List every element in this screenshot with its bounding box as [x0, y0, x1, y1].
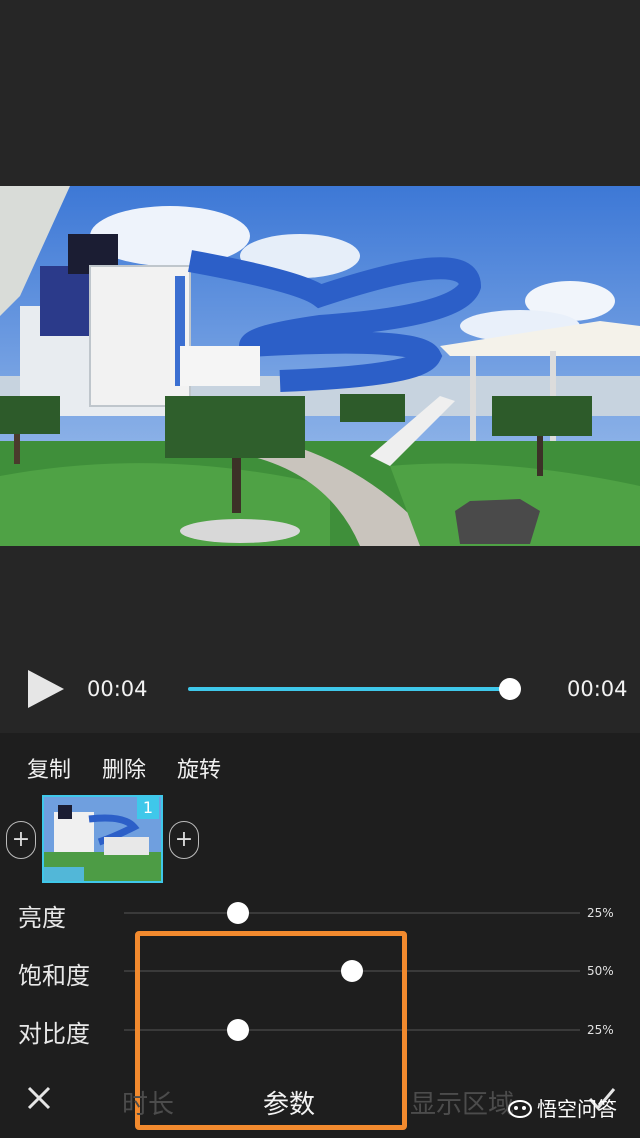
brightness-value: 25% [587, 906, 614, 920]
play-icon[interactable] [26, 668, 66, 710]
tab-duration[interactable]: 时长 [122, 1084, 174, 1121]
current-time: 00:04 [87, 677, 148, 701]
tab-params[interactable]: 参数 [263, 1084, 315, 1121]
close-icon[interactable] [25, 1084, 53, 1112]
progress-bar[interactable] [188, 687, 510, 691]
delete-button[interactable]: 删除 [102, 752, 146, 784]
add-clip-before-button[interactable]: + [6, 821, 36, 859]
copy-button[interactable]: 复制 [27, 752, 71, 784]
plus-icon: + [174, 827, 194, 852]
watermark: 悟空问答 [507, 1093, 617, 1122]
saturation-value: 50% [587, 964, 614, 978]
brightness-label: 亮度 [18, 904, 66, 932]
add-clip-after-button[interactable]: + [169, 821, 199, 859]
video-preview[interactable] [0, 186, 640, 546]
progress-handle[interactable] [499, 678, 521, 700]
brightness-slider-track[interactable] [124, 912, 580, 914]
clip-thumbnail[interactable]: 1 [42, 795, 163, 883]
watermark-text: 悟空问答 [537, 1097, 617, 1121]
tab-display-area[interactable]: 显示区域 [410, 1084, 514, 1121]
brightness-slider-handle[interactable] [227, 902, 249, 924]
saturation-label: 饱和度 [18, 962, 90, 990]
wukong-logo-icon [508, 1099, 532, 1118]
rotate-button[interactable]: 旋转 [177, 752, 221, 784]
video-frame-image [0, 186, 640, 546]
contrast-label: 对比度 [18, 1020, 90, 1048]
total-time: 00:04 [567, 677, 628, 701]
plus-icon: + [11, 827, 31, 852]
clip-index-badge: 1 [137, 797, 159, 819]
contrast-value: 25% [587, 1023, 614, 1037]
